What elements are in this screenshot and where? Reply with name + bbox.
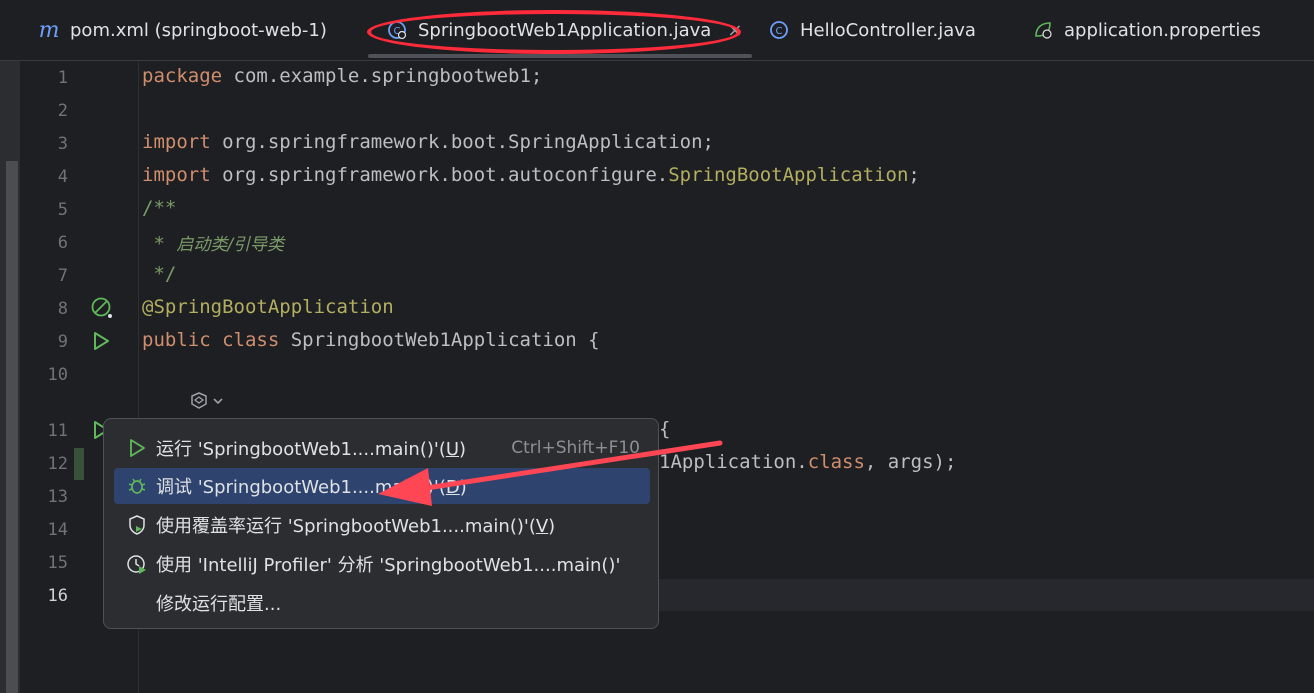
arrow-head: [378, 468, 432, 506]
red-arrow-annotation: [378, 440, 723, 506]
arrow-shaft: [417, 440, 723, 492]
